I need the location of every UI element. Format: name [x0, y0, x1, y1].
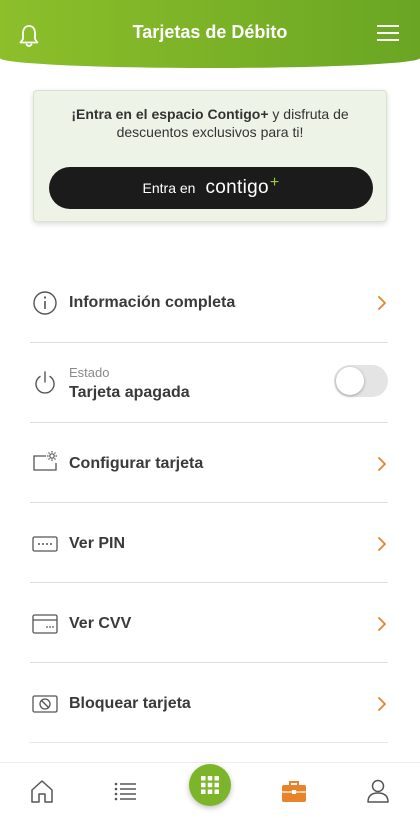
- chevron-right-icon: [378, 296, 386, 310]
- toggle-knob: [336, 367, 364, 395]
- list-item-card-status: Estado Tarjeta apagada: [30, 343, 388, 423]
- card-settings-icon: [33, 451, 57, 471]
- info-icon: [33, 291, 57, 315]
- list-item-configure-card[interactable]: Configurar tarjeta: [30, 423, 388, 503]
- block-card-icon: [32, 695, 58, 713]
- chevron-right-icon: [378, 617, 386, 631]
- pin-icon: [32, 536, 58, 552]
- card-cvv-icon: [32, 614, 58, 634]
- contigo-logo-text: contigo: [205, 177, 269, 198]
- chevron-right-icon: [378, 457, 386, 471]
- page-title: Tarjetas de Débito: [132, 22, 288, 42]
- home-icon[interactable]: [28, 777, 56, 805]
- list-item-view-cvv[interactable]: Ver CVV: [30, 583, 388, 663]
- power-icon: [35, 371, 55, 394]
- contigo-promo-card: ¡Entra en el espacio Contigo+ y disfruta…: [33, 90, 387, 222]
- contigo-logo-plus: +: [269, 174, 280, 191]
- list-item-block-card-label: Bloquear tarjeta: [69, 695, 191, 712]
- list-item-info-label: Información completa: [69, 294, 236, 311]
- user-icon[interactable]: [364, 777, 392, 805]
- hamburger-menu-icon[interactable]: [376, 24, 400, 42]
- list-item-view-pin[interactable]: Ver PIN: [30, 503, 388, 583]
- enter-contigo-button[interactable]: Entra en contigo+: [49, 167, 373, 209]
- contigo-logo: contigo+: [205, 174, 280, 199]
- list-item-view-pin-label: Ver PIN: [69, 535, 126, 552]
- card-status-caption: Estado: [69, 365, 110, 380]
- promo-text: ¡Entra en el espacio Contigo+ y disfruta…: [54, 105, 366, 141]
- list-icon[interactable]: [111, 777, 139, 805]
- apps-grid-icon: [201, 776, 219, 794]
- enter-contigo-button-label: Entra en: [142, 180, 196, 196]
- promo-text-bold: ¡Entra en el espacio Contigo+: [71, 106, 269, 122]
- chevron-right-icon: [378, 537, 386, 551]
- briefcase-icon[interactable]: [280, 777, 308, 805]
- apps-grid-button[interactable]: [189, 764, 231, 806]
- list-item-view-cvv-label: Ver CVV: [69, 615, 132, 632]
- list-item-configure-card-label: Configurar tarjeta: [69, 455, 204, 472]
- card-power-toggle[interactable]: [334, 365, 388, 397]
- app-header: Tarjetas de Débito: [0, 0, 420, 68]
- card-status-value: Tarjeta apagada: [69, 384, 190, 401]
- list-item-info[interactable]: Información completa: [30, 263, 388, 343]
- chevron-right-icon: [378, 697, 386, 711]
